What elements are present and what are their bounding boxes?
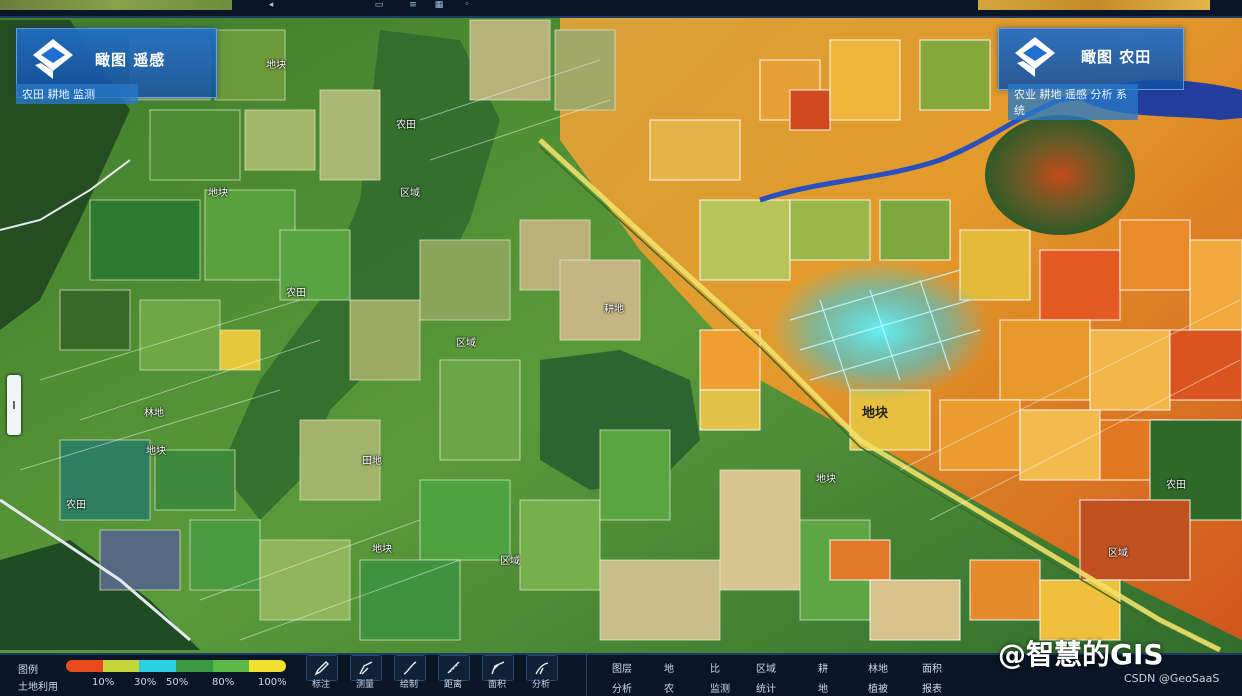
panel-title: 瞰图 农田	[1081, 48, 1152, 66]
map-label: 地块	[146, 446, 166, 457]
brand-panel-right: 瞰图 农田	[998, 28, 1184, 90]
top-thumbnail-right[interactable]	[978, 0, 1210, 10]
map-label: 地块	[266, 60, 286, 71]
pen-icon	[359, 661, 373, 675]
ramp-segment	[249, 660, 286, 672]
panel-title: 瞰图 遥感	[95, 51, 166, 69]
pen-icon	[403, 661, 417, 675]
map-label: 地块	[208, 188, 228, 199]
tool-label: 面积	[487, 680, 506, 690]
map-label: 地块	[816, 474, 836, 485]
ramp-tick: 100%	[258, 677, 287, 688]
highlight-glow	[770, 260, 990, 400]
map-label: 田地	[362, 456, 382, 467]
pen-icon	[535, 662, 549, 675]
back-icon[interactable]: ◂	[264, 0, 278, 10]
map-label: 地块	[372, 544, 392, 555]
info-cell: 农	[664, 684, 674, 695]
pen-icon	[314, 661, 329, 676]
info-cell: 报表	[922, 684, 942, 695]
map-label: 区域	[500, 556, 520, 567]
info-cell: 区域	[756, 664, 776, 675]
map-label: 林地	[144, 408, 164, 419]
map-label: 农田	[1166, 480, 1186, 491]
zoom-slider-handle[interactable]	[7, 375, 21, 435]
logo-icon	[33, 39, 73, 79]
hill	[985, 115, 1135, 235]
legend-subtitle: 土地利用	[18, 682, 58, 693]
info-cell: 植被	[868, 684, 888, 695]
ramp-tick: 10%	[92, 677, 115, 688]
map-label: 耕地	[604, 304, 624, 315]
menu-icon[interactable]: ▭	[372, 0, 386, 10]
top-bar: ◂ ▭ ≡ ▦ ◦	[0, 0, 1242, 18]
map-label: 区域	[1108, 548, 1128, 559]
panel-subtitle: 农田 耕地 监测	[16, 84, 138, 104]
map-label: 区域	[456, 338, 476, 349]
map-label: 农田	[66, 500, 86, 511]
info-cell: 统计	[756, 684, 776, 695]
info-cell: 面积	[922, 664, 942, 675]
info-cell: 比	[710, 664, 720, 675]
logo-icon	[1015, 37, 1055, 77]
info-cell: 分析	[612, 684, 632, 695]
info-cell: 监测	[710, 684, 730, 695]
info-icon[interactable]: ◦	[460, 0, 474, 10]
map-label: 农田	[396, 120, 416, 131]
info-cell: 耕	[818, 664, 828, 675]
watermark: @智慧的GIS	[998, 638, 1164, 671]
tool-label: 分析	[531, 680, 550, 690]
ramp-segment	[66, 660, 103, 672]
ramp-segment	[176, 660, 213, 672]
info-cell: 图层	[612, 664, 632, 675]
info-cell: 林地	[868, 664, 888, 675]
tool-label: 标注	[311, 680, 330, 690]
ramp-tick: 30%	[134, 677, 157, 688]
panel-subtitle: 农业 耕地 遥感 分析 系统	[1008, 84, 1138, 120]
map-app: ◂ ▭ ≡ ▦ ◦ 瞰图 遥感 农田 耕地 监测 瞰图 农田 农业 耕地 遥感 …	[0, 0, 1242, 696]
tool-label: 距离	[443, 680, 462, 690]
tool-label: 绘制	[399, 680, 418, 690]
top-thumbnail-left[interactable]	[0, 0, 232, 10]
list-icon[interactable]: ≡	[406, 0, 420, 10]
ramp-segment	[102, 660, 140, 672]
info-cell: 地	[664, 664, 674, 675]
ramp-segment	[139, 660, 177, 672]
map-label: 区域	[400, 188, 420, 199]
pen-icon	[491, 661, 505, 675]
tool-label: 测量	[355, 680, 374, 690]
ruler-icon	[447, 661, 460, 674]
source-credit: CSDN @GeoSaaS	[1124, 672, 1220, 685]
ramp-segment	[212, 660, 250, 672]
ramp-tick: 50%	[166, 677, 189, 688]
info-cell: 地	[818, 684, 828, 695]
color-ramp	[66, 660, 286, 672]
ramp-tick: 80%	[212, 677, 235, 688]
grid-icon[interactable]: ▦	[432, 0, 446, 10]
map-label: 农田	[286, 288, 306, 299]
highlight-label: 地块	[862, 406, 889, 421]
legend-title: 图例	[18, 665, 38, 676]
